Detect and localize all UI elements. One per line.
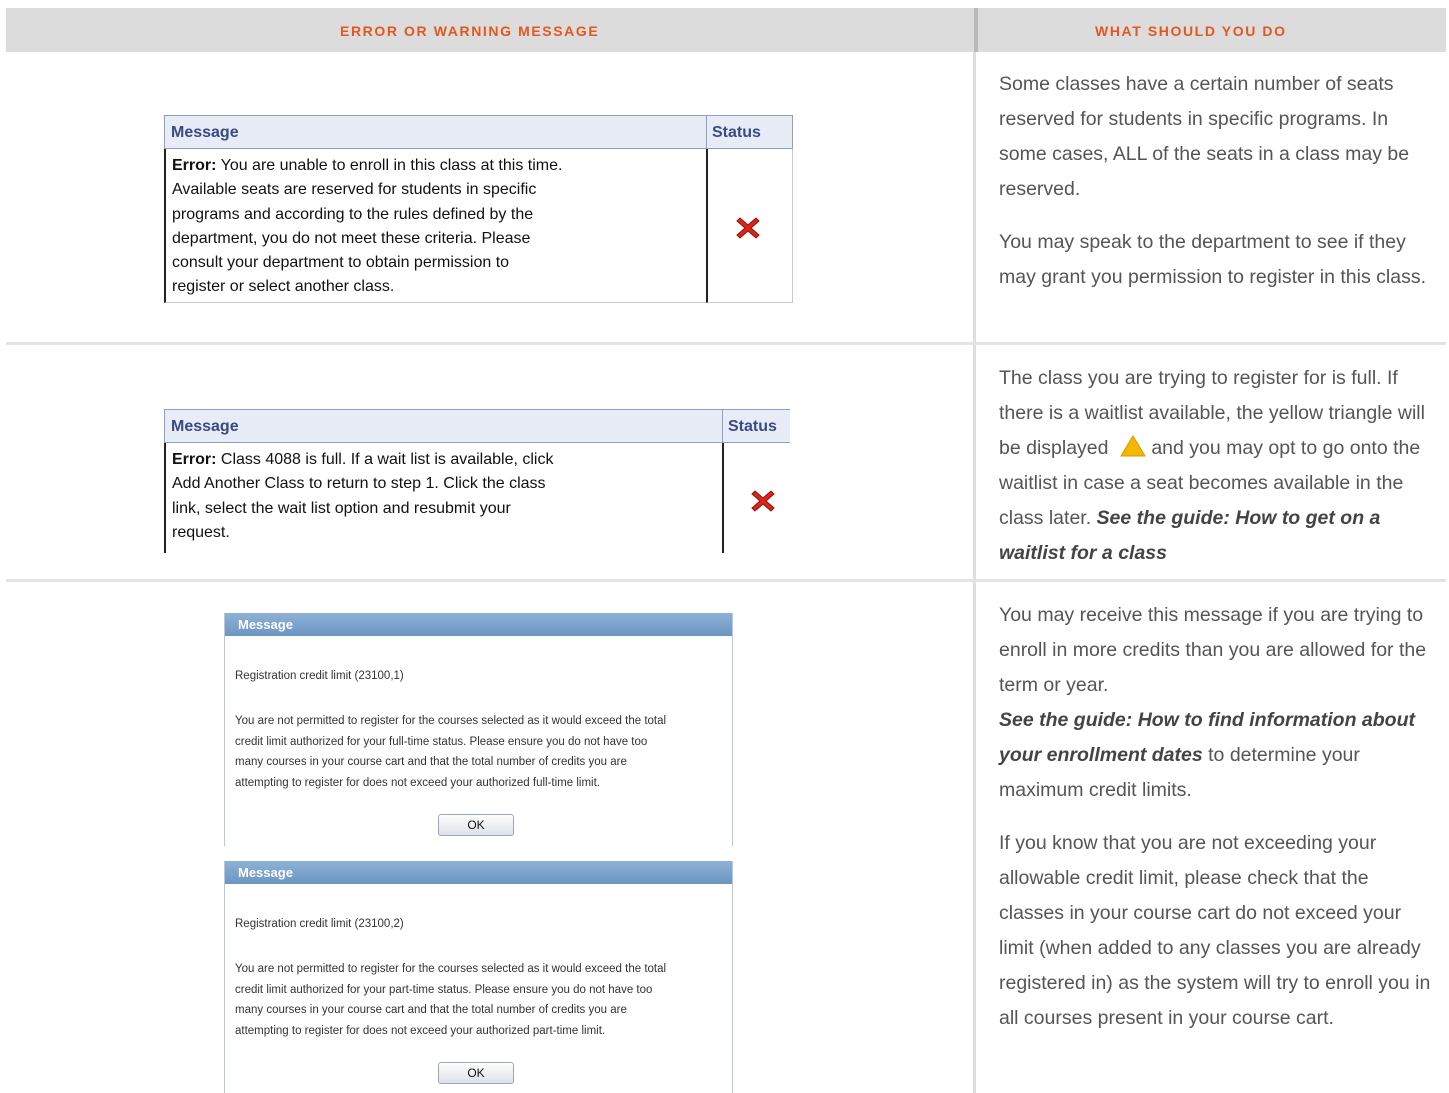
dialog-line: You are not permitted to register for th…	[235, 963, 667, 975]
dialog-title: Message	[225, 613, 732, 636]
advice-paragraph: Some classes have a certain number of se…	[999, 73, 1410, 200]
dialog-message-text: You are not permitted to register for th…	[235, 711, 725, 793]
error-text-line: department, you do not meet these criter…	[172, 229, 531, 247]
dialog-line: You are not permitted to register for th…	[235, 715, 667, 727]
header-right-cell: WHAT SHOULD YOU DO	[978, 8, 1446, 52]
dialog-message-code: Registration credit limit (23100,1)	[235, 670, 404, 682]
dialog-line: attempting to register for does not exce…	[235, 1024, 606, 1037]
row-divider	[6, 342, 1446, 345]
error-text-line: You are unable to enroll in this class a…	[216, 157, 563, 174]
credit-limit-dialog-parttime: Message Registration credit limit (23100…	[224, 861, 733, 1093]
status-cell	[722, 443, 790, 553]
column-header-message: Message	[164, 409, 723, 443]
header-left-cell: ERROR OR WARNING MESSAGE	[6, 8, 974, 52]
error-text-line: Add Another Class to return to step 1. C…	[172, 475, 546, 493]
dialog-line: credit limit authorized for your part-ti…	[235, 983, 653, 996]
advice-class-full: The class you are trying to register for…	[999, 361, 1439, 589]
dialog-line: attempting to register for does not exce…	[235, 776, 600, 789]
ok-button[interactable]: OK	[438, 814, 514, 836]
dialog-message-text: You are not permitted to register for th…	[235, 959, 725, 1041]
error-text-line: programs and according to the rules defi…	[172, 205, 534, 223]
dialog-title: Message	[225, 861, 732, 884]
advice-paragraph: If you know that you are not exceeding y…	[999, 832, 1431, 1029]
ok-button[interactable]: OK	[438, 1062, 514, 1084]
advice-paragraph: You may receive this message if you are …	[999, 598, 1439, 808]
column-header-message: Message	[164, 115, 707, 149]
table-header: ERROR OR WARNING MESSAGE WHAT SHOULD YOU…	[6, 8, 1446, 52]
error-text-line: link, select the wait list option and re…	[172, 499, 511, 517]
red-x-icon	[736, 217, 760, 239]
error-message-cell: Error: You are unable to enroll in this …	[164, 149, 707, 303]
error-text-line: Available seats are reserved for student…	[172, 181, 537, 199]
column-header-status: Status	[722, 409, 790, 443]
header-error-label: ERROR OR WARNING MESSAGE	[340, 23, 600, 39]
error-text-line: request.	[172, 523, 230, 541]
advice-credit-limit: You may receive this message if you are …	[999, 598, 1439, 1054]
dialog-line: many courses in your course cart and tha…	[235, 1004, 627, 1016]
dialog-line: many courses in your course cart and tha…	[235, 756, 627, 768]
advice-reserved: Some classes have a certain number of se…	[999, 67, 1439, 313]
dialog-message-code: Registration credit limit (23100,2)	[235, 918, 404, 930]
error-label: Error:	[172, 157, 217, 174]
yellow-triangle-icon	[1120, 435, 1146, 457]
advice-paragraph: You may speak to the department to see i…	[999, 231, 1427, 288]
column-header-status: Status	[706, 115, 793, 149]
red-x-icon	[751, 490, 775, 512]
header-action-label: WHAT SHOULD YOU DO	[1095, 23, 1287, 39]
column-divider	[973, 52, 976, 1093]
dialog-line: credit limit authorized for your full-ti…	[235, 735, 648, 748]
error-table-class-full: Message Status Error: Class 4088 is full…	[164, 409, 790, 553]
error-text-line: consult your department to obtain permis…	[172, 254, 510, 272]
error-message-cell: Error: Class 4088 is full. If a wait lis…	[164, 443, 723, 553]
advice-paragraph: The class you are trying to register for…	[999, 361, 1439, 571]
credit-limit-dialog-fulltime: Message Registration credit limit (23100…	[224, 613, 733, 846]
advice-text: You may receive this message if you are …	[999, 604, 1427, 696]
status-cell	[706, 149, 793, 303]
error-text-line: Class 4088 is full. If a wait list is av…	[216, 451, 554, 468]
error-label: Error:	[172, 451, 217, 468]
error-text-line: register or select another class.	[172, 278, 395, 296]
error-table-reserved: Message Status Error: You are unable to …	[164, 115, 793, 305]
